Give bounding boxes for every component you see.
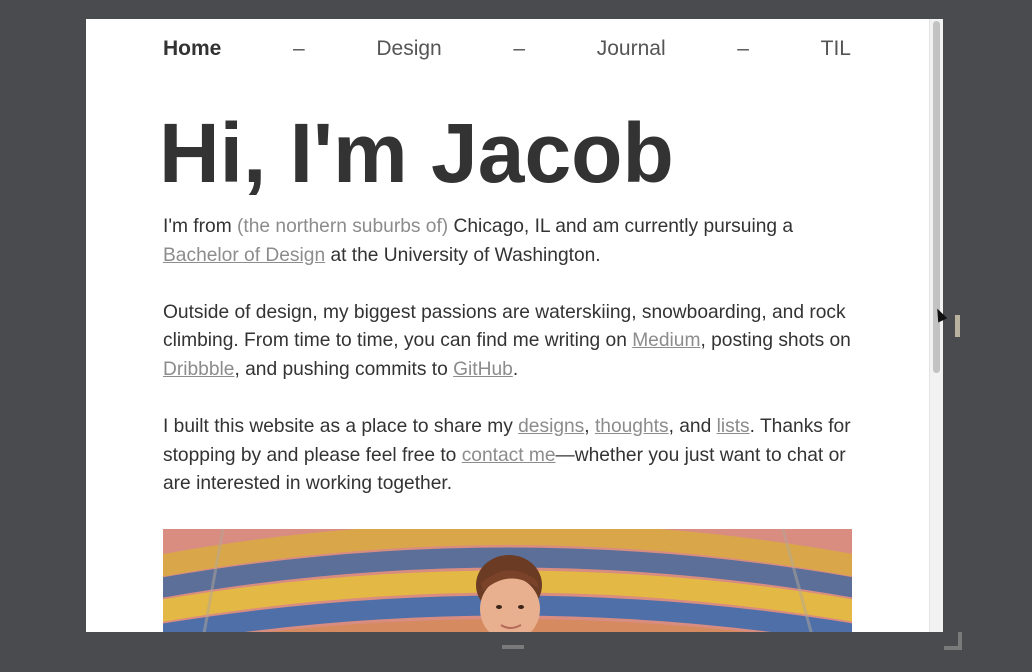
text: I'm from [163,216,238,237]
dribbble-link[interactable]: Dribbble [163,359,234,380]
intro-paragraph-2: Outside of design, my biggest passions a… [163,299,853,385]
nav-separator: – [513,37,526,60]
vertical-scrollbar[interactable] [929,19,943,632]
text: I built this website as a place to share… [163,416,519,438]
resize-handle-right[interactable] [955,315,960,337]
github-link[interactable]: GitHub [453,359,513,380]
nav-separator: – [293,37,305,60]
intro-paragraph-1: I'm from (the northern suburbs of) Chica… [163,213,853,270]
intro-paragraph-3: I built this website as a place to share… [163,413,853,499]
text: , and pushing commits to [234,358,454,380]
nav-home[interactable]: Home [163,37,221,61]
text: at the University of Washington. [325,244,601,266]
nav-journal[interactable]: Journal [597,37,666,61]
lists-link[interactable]: lists [717,416,750,437]
text: . [512,358,519,380]
resize-handle-bottom[interactable] [502,645,524,649]
text: , [584,416,595,438]
text: , and [668,416,717,438]
profile-photo-illustration [163,529,852,632]
nav-separator: – [737,37,749,60]
contact-me-link[interactable]: contact me [462,445,556,466]
profile-photo [163,529,852,632]
thoughts-link[interactable]: thoughts [595,416,669,437]
bachelor-of-design-link[interactable]: Bachelor of Design [163,245,325,266]
nav-design[interactable]: Design [376,37,441,61]
text: Chicago, IL and am currently pursuing a [448,216,794,237]
browser-window: Home – Design – Journal – TIL Hi, I'm Ja… [86,19,943,632]
page-title: Hi, I'm Jacob [159,106,674,200]
resize-handle-corner[interactable] [944,632,962,650]
text: , posting shots on [700,330,851,352]
nav-til[interactable]: TIL [821,37,851,61]
medium-link[interactable]: Medium [632,330,700,351]
muted-text: (the northern suburbs of) [237,216,449,237]
top-nav: Home – Design – Journal – TIL [163,37,851,61]
intro-content: I'm from (the northern suburbs of) Chica… [163,213,853,528]
designs-link[interactable]: designs [518,416,584,437]
